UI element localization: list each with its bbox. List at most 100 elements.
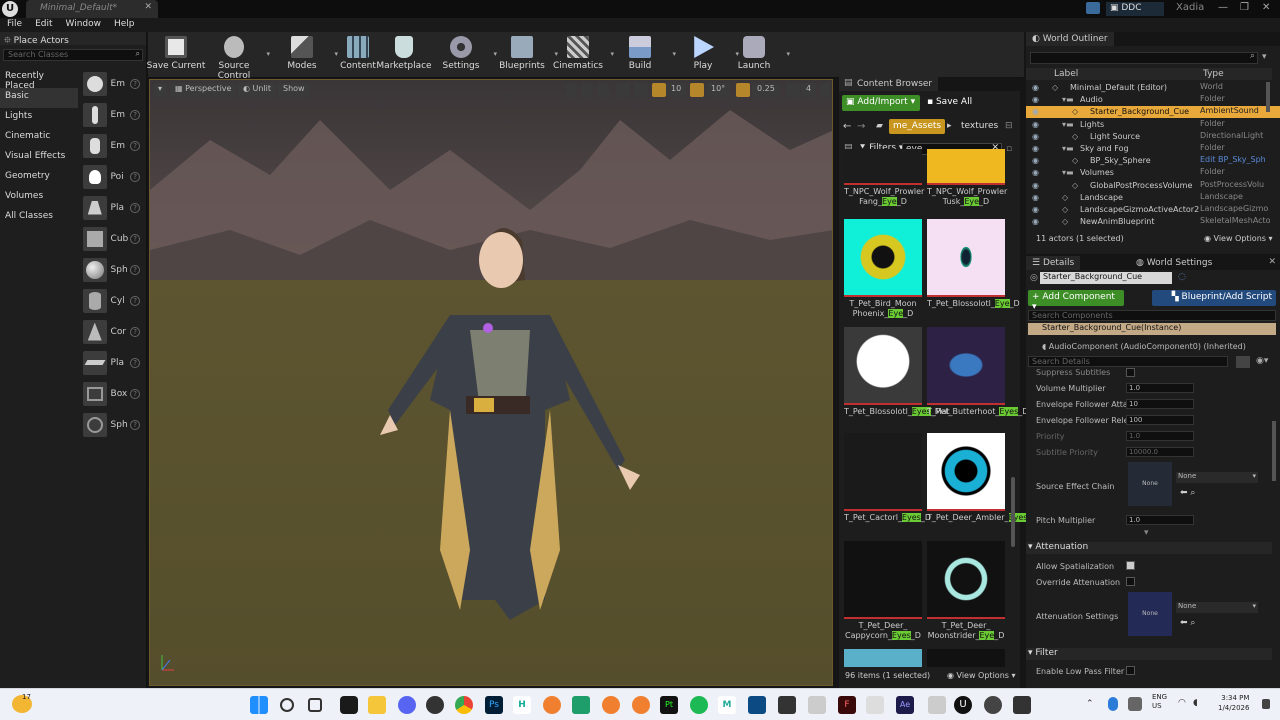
content-browser-tab[interactable]: ▤ Content Browser <box>839 77 939 91</box>
show-button[interactable]: Show <box>278 83 310 97</box>
outliner-search-input[interactable]: ⌕ <box>1030 51 1258 64</box>
source-control-button[interactable]: Source Control ▾ <box>204 34 270 81</box>
scale-tool-icon[interactable] <box>597 83 609 97</box>
search-details-input[interactable]: Search Details <box>1028 356 1228 367</box>
suppress-subtitles-checkbox[interactable] <box>1126 368 1135 377</box>
help-icon[interactable]: ? <box>130 326 140 337</box>
level-tab[interactable]: Minimal_Default* ✕ <box>26 0 158 18</box>
world-local-icon[interactable] <box>616 83 630 97</box>
visibility-eye-icon[interactable]: ◉ <box>1032 132 1039 141</box>
asset-tile[interactable]: T_NPC_Wolf_Prowler Tusk_Eye_D <box>927 149 1007 207</box>
search-icon[interactable] <box>280 698 294 712</box>
actor-item[interactable]: Cyl? <box>80 285 146 316</box>
priority-input[interactable]: 1.0 <box>1126 431 1194 441</box>
actor-item[interactable]: Pla? <box>80 192 146 223</box>
blender-icon[interactable] <box>543 696 561 714</box>
menu-window[interactable]: Window <box>59 18 108 29</box>
label-column-header[interactable]: Label <box>1054 69 1078 79</box>
ddc-indicator[interactable]: ▣ DDC <box>1106 2 1164 16</box>
close-window-button[interactable]: ✕ <box>1262 2 1270 13</box>
enable-low-pass-checkbox[interactable] <box>1126 666 1135 675</box>
actor-item[interactable]: Pla? <box>80 347 146 378</box>
asset-tile[interactable]: T_Pet_Deer_ Moonstrider_Eye_D <box>927 541 1005 641</box>
add-component-button[interactable]: + Add Component ▾ <box>1028 290 1124 312</box>
search-classes-input[interactable]: Search Classes ⌕ <box>3 49 143 61</box>
spotify-icon[interactable] <box>690 696 708 714</box>
f-app-icon[interactable]: F <box>838 696 856 714</box>
filter-section-header[interactable]: ▾ Filter <box>1026 648 1272 660</box>
help-icon[interactable]: ? <box>130 140 140 151</box>
file-explorer-icon[interactable] <box>368 696 386 714</box>
add-import-button[interactable]: ▣ Add/Import ▾ <box>842 95 920 111</box>
level-viewport[interactable]: ▾ ▦ Perspective ◐ Unlit Show 10 10° 0.25… <box>149 79 833 686</box>
github-icon[interactable] <box>426 696 444 714</box>
save-search-icon[interactable]: ▫ <box>1006 144 1012 154</box>
close-tab-icon[interactable]: ✕ <box>1268 257 1276 267</box>
envelope-release-input[interactable]: 100 <box>1126 415 1194 425</box>
asset-tile[interactable]: T_Pet_Cactorl_Eyes_D <box>844 433 931 523</box>
help-icon[interactable]: ? <box>130 388 140 399</box>
pitch-multiplier-input[interactable]: 1.0 <box>1126 515 1194 525</box>
use-selected-arrow-icon[interactable]: ⬅ ⌕ <box>1180 618 1195 628</box>
asset-tile[interactable]: T_Pet_Deer_ Cappycorn_Eyes_D <box>844 541 922 641</box>
help-icon[interactable]: ? <box>130 419 140 430</box>
settings-button[interactable]: Settings ▾ <box>431 34 497 76</box>
source-effect-thumbnail[interactable]: None <box>1128 462 1172 506</box>
use-selected-arrow-icon[interactable]: ⬅ ⌕ <box>1180 488 1195 498</box>
envelope-attack-input[interactable]: 10 <box>1126 399 1194 409</box>
actor-item[interactable]: Sph? <box>80 409 146 440</box>
tray-chevron-icon[interactable]: ⌃ <box>1086 699 1094 709</box>
category-recently-placed[interactable]: Recently Placed <box>0 68 78 91</box>
help-icon[interactable]: ? <box>130 295 140 306</box>
asset-thumbnail[interactable] <box>844 649 922 667</box>
help-icon[interactable]: ? <box>130 78 140 89</box>
rotation-snap-value[interactable]: 10° <box>706 83 731 97</box>
outliner-scrollbar[interactable] <box>1266 82 1270 112</box>
category-visual-effects[interactable]: Visual Effects <box>0 148 78 168</box>
asset-tile[interactable]: T_NPC_Wolf_Prowler Fang_Eye_D <box>844 149 924 207</box>
outliner-row[interactable]: ◉ ◇ Light Source DirectionalLight <box>1026 131 1280 143</box>
help-icon[interactable]: ? <box>130 357 140 368</box>
category-basic[interactable]: Basic <box>0 88 78 108</box>
menu-edit[interactable]: Edit <box>28 18 58 29</box>
surface-snap-icon[interactable] <box>634 83 648 97</box>
actor-item[interactable]: Em? <box>80 99 146 130</box>
discord-icon[interactable] <box>398 696 416 714</box>
lock-icon[interactable]: ⊟ <box>1005 121 1013 131</box>
actor-item[interactable]: Cub? <box>80 223 146 254</box>
world-settings-tab[interactable]: ◍ World Settings <box>1130 256 1218 270</box>
language-indicator[interactable]: ENG US <box>1152 693 1167 711</box>
actor-item[interactable]: Cor? <box>80 316 146 347</box>
actor-item[interactable]: Box? <box>80 378 146 409</box>
vscode-icon[interactable] <box>748 696 766 714</box>
asset-tile[interactable]: T_Pet_Blossolotl_Eye_D <box>927 219 1020 309</box>
volume-icon[interactable]: ◖ <box>1193 698 1198 708</box>
maximize-button[interactable]: ❐ <box>1240 2 1249 13</box>
outliner-row[interactable]: ◉ ▾▬ Sky and Fog Folder <box>1026 143 1280 155</box>
app-icon-5[interactable] <box>1013 696 1031 714</box>
outliner-row[interactable]: ◉ ◇ Minimal_Default (Editor) World <box>1026 82 1280 94</box>
override-attenuation-checkbox[interactable] <box>1126 577 1135 586</box>
component-instance-row[interactable]: Starter_Background_Cue(Instance) <box>1028 323 1276 335</box>
asset-tile[interactable]: T_Pet_Blossolotl_Eyes_Mat <box>844 327 950 417</box>
notification-icon[interactable] <box>1262 699 1270 709</box>
grid-snap-value[interactable]: 10 <box>666 83 687 97</box>
app-icon-2[interactable] <box>808 696 826 714</box>
pycharm-icon[interactable]: Pt <box>660 696 678 714</box>
actor-item[interactable]: Sph? <box>80 254 146 285</box>
property-matrix-icon[interactable] <box>1236 356 1250 368</box>
attenuation-dropdown[interactable]: None ▾ <box>1176 602 1258 613</box>
actor-item[interactable]: Em? <box>80 68 146 99</box>
tray-app-icon[interactable] <box>1128 697 1142 711</box>
details-scrollbar[interactable] <box>1272 421 1276 481</box>
cinematics-button[interactable]: Cinematics ▾ <box>548 34 614 76</box>
save-all-button[interactable]: ▪ Save All <box>925 95 985 111</box>
outliner-row[interactable]: ◉ ◇ NewAnimBlueprint SkeletalMeshActo <box>1026 216 1280 228</box>
microphone-icon[interactable] <box>1108 697 1118 711</box>
subtitle-priority-input[interactable]: 10000.0 <box>1126 447 1194 457</box>
visibility-eye-icon[interactable]: ◉ <box>1032 193 1039 202</box>
blender-icon-3[interactable] <box>632 696 650 714</box>
obs-icon[interactable] <box>984 696 1002 714</box>
app-icon[interactable] <box>778 696 796 714</box>
forward-arrow-icon[interactable]: → <box>857 121 865 132</box>
